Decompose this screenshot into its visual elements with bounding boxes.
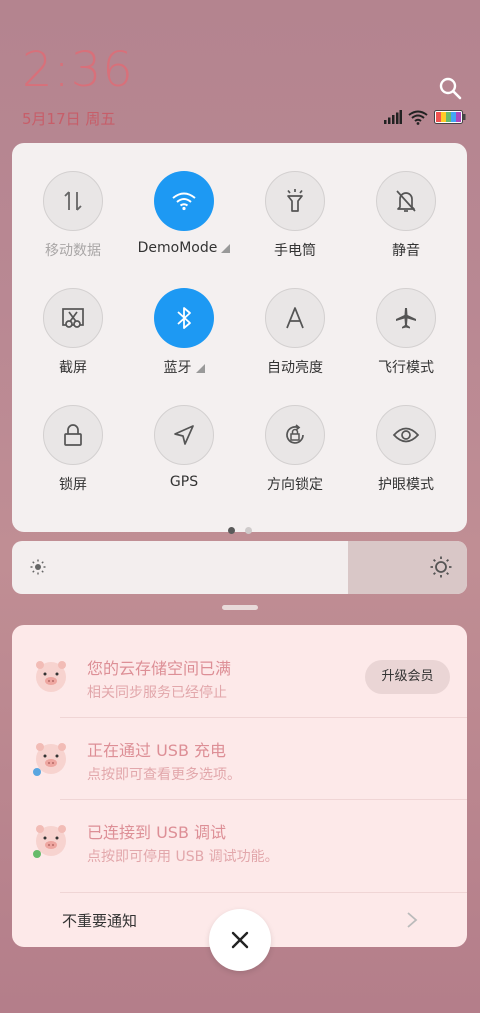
drag-handle[interactable] bbox=[222, 605, 258, 610]
tile-button[interactable] bbox=[43, 405, 103, 465]
brightness-low-icon bbox=[30, 559, 46, 575]
tile-label: 手电筒 bbox=[274, 243, 316, 259]
gps-icon bbox=[174, 425, 194, 445]
mobile-data-icon bbox=[64, 191, 82, 211]
eye-icon bbox=[392, 427, 420, 443]
bluetooth-icon bbox=[177, 307, 191, 329]
tile-label: 截屏 bbox=[59, 360, 87, 376]
tile-label: 移动数据 bbox=[45, 243, 101, 259]
tile-flashlight[interactable]: 手电筒 bbox=[245, 171, 345, 260]
upgrade-member-button[interactable]: 升级会员 bbox=[365, 660, 450, 694]
tile-label[interactable]: DemoMode bbox=[134, 240, 234, 256]
tile-mute[interactable]: 静音 bbox=[356, 171, 456, 260]
tile-button[interactable] bbox=[43, 288, 103, 348]
tile-airplane[interactable]: 飞行模式 bbox=[356, 288, 456, 377]
notification-title: 已连接到 USB 调试 bbox=[87, 823, 227, 842]
brightness-slider[interactable] bbox=[12, 541, 467, 594]
wifi-icon bbox=[408, 110, 428, 125]
airplane-icon bbox=[396, 308, 416, 329]
page-indicator bbox=[12, 519, 467, 538]
notification-title: 正在通过 USB 充电 bbox=[87, 741, 227, 760]
tile-auto-brightness[interactable]: 自动亮度 bbox=[245, 288, 345, 377]
tile-label-text: DemoMode bbox=[137, 240, 218, 256]
tile-label[interactable]: 蓝牙 bbox=[134, 357, 234, 377]
tile-wifi[interactable]: DemoMode bbox=[134, 171, 234, 256]
tile-label: 方向锁定 bbox=[267, 477, 323, 493]
lock-icon bbox=[64, 424, 82, 446]
tile-eye-mode[interactable]: 护眼模式 bbox=[356, 405, 456, 494]
expand-triangle-icon[interactable] bbox=[195, 364, 205, 373]
flashlight-icon bbox=[287, 189, 303, 212]
tile-rotation-lock[interactable]: 方向锁定 bbox=[245, 405, 345, 494]
tile-screenshot[interactable]: 截屏 bbox=[23, 288, 123, 377]
date[interactable]: 5月17日 周五 bbox=[22, 108, 115, 129]
tile-label: 飞行模式 bbox=[378, 360, 434, 376]
notification-usb-debugging[interactable]: 已连接到 USB 调试 点按即可停用 USB 调试功能。 bbox=[12, 789, 467, 871]
auto-brightness-icon bbox=[286, 307, 304, 329]
tile-label: 自动亮度 bbox=[267, 360, 323, 376]
tile-label: GPS bbox=[169, 474, 199, 490]
clock[interactable]: 2:36 bbox=[22, 46, 134, 94]
tile-button[interactable] bbox=[265, 405, 325, 465]
tile-button[interactable] bbox=[154, 405, 214, 465]
battery-icon bbox=[434, 110, 466, 124]
tile-bluetooth[interactable]: 蓝牙 bbox=[134, 288, 234, 377]
page-dot bbox=[244, 527, 252, 534]
close-icon bbox=[231, 931, 249, 949]
notification-cloud-storage[interactable]: 您的云存储空间已满 相关同步服务已经停止 升级会员 bbox=[12, 625, 467, 707]
clear-notifications-button[interactable] bbox=[209, 909, 271, 971]
tile-label: 护眼模式 bbox=[378, 477, 434, 493]
wifi-icon bbox=[172, 192, 196, 211]
tile-button[interactable] bbox=[154, 288, 214, 348]
tile-gps[interactable]: GPS bbox=[134, 405, 234, 490]
page-dot-active bbox=[227, 527, 235, 534]
tile-button[interactable] bbox=[265, 288, 325, 348]
notification-subtitle: 点按即可停用 USB 调试功能。 bbox=[87, 849, 279, 865]
tile-mobile-data[interactable]: 移动数据 bbox=[23, 171, 123, 260]
divider bbox=[60, 892, 467, 893]
tile-button[interactable] bbox=[43, 171, 103, 231]
notification-subtitle: 相关同步服务已经停止 bbox=[87, 685, 227, 701]
unimportant-notifications-link[interactable]: 不重要通知 bbox=[62, 910, 137, 931]
expand-triangle-icon[interactable] bbox=[221, 244, 231, 253]
status-area: 2:36 5月17日 周五 bbox=[0, 0, 480, 140]
screenshot-icon bbox=[62, 308, 84, 328]
tile-button[interactable] bbox=[376, 171, 436, 231]
tile-button[interactable] bbox=[265, 171, 325, 231]
tile-label: 静音 bbox=[392, 243, 420, 259]
search-icon[interactable] bbox=[438, 76, 462, 100]
rotation-lock-icon bbox=[286, 424, 304, 444]
notification-usb-charging[interactable]: 正在通过 USB 充电 点按即可查看更多选项。 bbox=[12, 707, 467, 789]
notification-title: 您的云存储空间已满 bbox=[87, 659, 232, 678]
tile-label: 锁屏 bbox=[59, 477, 87, 493]
tile-button[interactable] bbox=[376, 288, 436, 348]
pig-avatar-icon bbox=[33, 825, 66, 858]
system-icons bbox=[384, 108, 466, 126]
chevron-right-icon[interactable] bbox=[406, 911, 418, 929]
mute-bell-icon bbox=[396, 190, 416, 212]
tile-lock-screen[interactable]: 锁屏 bbox=[23, 405, 123, 494]
notification-panel: 您的云存储空间已满 相关同步服务已经停止 升级会员 正在通过 USB 充电 点按… bbox=[12, 625, 467, 947]
quick-settings-panel: 移动数据 DemoMode 手电筒 静音 截屏 蓝牙 自动亮度 飞行模式 锁屏 … bbox=[12, 143, 467, 534]
tile-button[interactable] bbox=[376, 405, 436, 465]
brightness-high-icon bbox=[430, 556, 452, 578]
notification-subtitle: 点按即可查看更多选项。 bbox=[87, 767, 241, 783]
pig-avatar-icon bbox=[33, 743, 66, 776]
tile-button[interactable] bbox=[154, 171, 214, 231]
pig-avatar-icon bbox=[36, 661, 66, 692]
signal-icon bbox=[384, 110, 402, 124]
tile-label-text: 蓝牙 bbox=[163, 360, 192, 376]
